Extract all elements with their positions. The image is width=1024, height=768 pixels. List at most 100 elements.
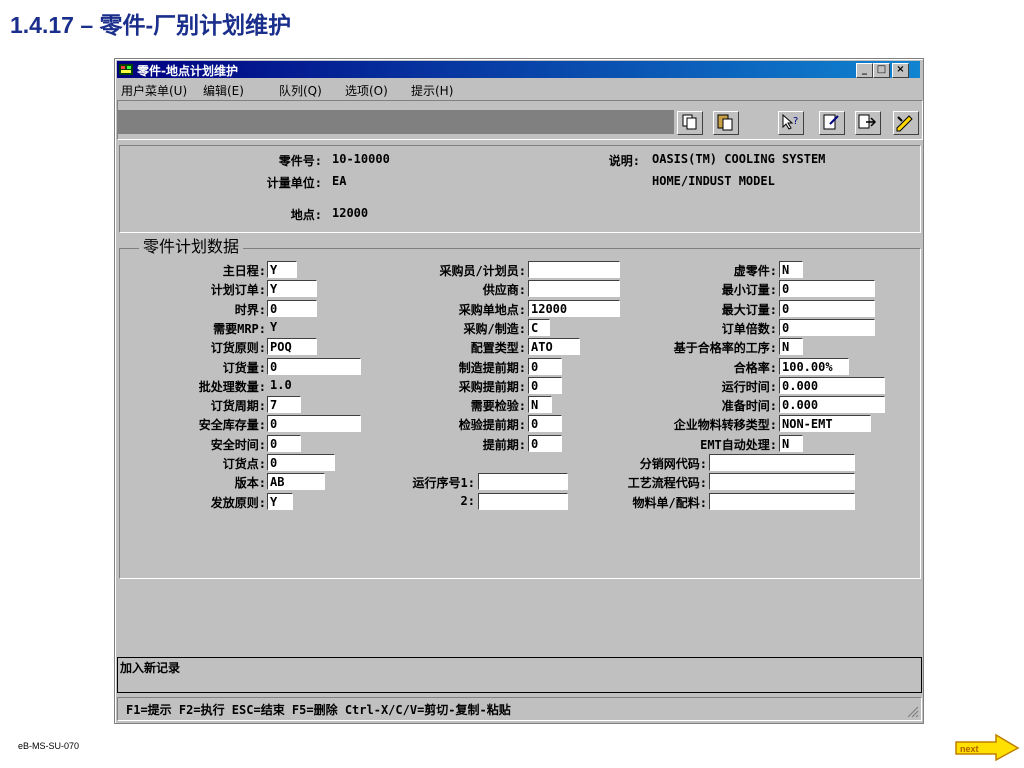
col3-field-4[interactable]: N bbox=[779, 338, 803, 356]
col2-field-5[interactable]: 0 bbox=[528, 357, 562, 375]
col2-field-0[interactable] bbox=[528, 261, 620, 278]
col1-field-4[interactable]: POQ bbox=[267, 338, 317, 356]
col2-field-4[interactable]: ATO bbox=[528, 338, 580, 356]
col2-label-3: 采购/制造: bbox=[463, 321, 526, 336]
col3-field-8[interactable]: NON-EMT bbox=[779, 415, 871, 433]
col1-field-2[interactable]: 0 bbox=[267, 299, 317, 317]
app-window: 零件-地点计划维护 _ □ × 用户菜单(U) 编辑(E) 队列(Q) 选项(O… bbox=[114, 58, 924, 724]
col3b-field-2[interactable] bbox=[709, 492, 855, 510]
col2-label-7: 需要检验: bbox=[470, 399, 526, 414]
col3-field-5[interactable]: 100.00% bbox=[779, 357, 849, 375]
export-icon[interactable] bbox=[855, 111, 881, 135]
col1-label-10: 订货点: bbox=[222, 457, 266, 471]
col2b-label-1: 2: bbox=[460, 493, 475, 508]
planning-data-title: 零件计划数据 bbox=[139, 233, 244, 257]
col1-field-8[interactable]: 0 bbox=[267, 415, 361, 433]
header-panel: 零件号: 10-10000 计量单位: EA 地点: 12000 说明: OAS… bbox=[119, 145, 921, 233]
col3-label-6: 运行时间: bbox=[721, 379, 777, 394]
uom-label: 计量单位: bbox=[266, 176, 322, 190]
col2-field-9[interactable]: 0 bbox=[528, 434, 562, 452]
menu-user[interactable]: 用户菜单(U) bbox=[121, 82, 187, 99]
app-icon bbox=[119, 64, 133, 75]
col2-label-4: 配置类型: bbox=[470, 341, 526, 356]
col3b-label-2: 物料单/配料: bbox=[632, 495, 707, 510]
col3-field-1[interactable]: 0 bbox=[779, 280, 875, 298]
col2-field-7[interactable]: N bbox=[528, 396, 552, 414]
col1-value-3: Y bbox=[270, 319, 278, 334]
col1-field-10[interactable]: 0 bbox=[267, 454, 335, 471]
col2-field-3[interactable]: C bbox=[528, 318, 550, 336]
col1-label-4: 订货原则: bbox=[210, 341, 266, 356]
pencil-icon[interactable] bbox=[893, 111, 919, 135]
col3-field-3[interactable]: 0 bbox=[779, 318, 875, 336]
col1-field-7[interactable]: 7 bbox=[267, 396, 301, 414]
menu-help[interactable]: 提示(H) bbox=[411, 82, 453, 99]
window-title: 零件-地点计划维护 bbox=[137, 64, 238, 78]
menu-options[interactable]: 选项(O) bbox=[345, 82, 388, 99]
col3-label-8: 企业物料转移类型: bbox=[673, 418, 777, 433]
col3-label-4: 基于合格率的工序: bbox=[673, 341, 777, 356]
col3-field-9[interactable]: N bbox=[779, 434, 803, 452]
site-label: 地点: bbox=[290, 208, 322, 222]
minimize-button[interactable]: _ bbox=[856, 63, 873, 78]
maximize-button[interactable]: □ bbox=[873, 63, 890, 78]
col1-field-12[interactable]: Y bbox=[267, 492, 293, 510]
col3-field-0[interactable]: N bbox=[779, 261, 803, 278]
col3-field-6[interactable]: 0.000 bbox=[779, 376, 885, 394]
toolbar: ? bbox=[117, 99, 923, 140]
copy-icon[interactable] bbox=[677, 111, 703, 135]
col1-value-6: 1.0 bbox=[270, 377, 292, 392]
message-text: 加入新记录 bbox=[120, 661, 181, 675]
paste-icon[interactable] bbox=[713, 111, 739, 135]
col1-field-5[interactable]: 0 bbox=[267, 357, 361, 375]
menu-edit[interactable]: 编辑(E) bbox=[203, 82, 244, 99]
status-text: F1=提示 F2=执行 ESC=结束 F5=删除 Ctrl-X/C/V=剪切-复… bbox=[126, 703, 511, 717]
col1-field-1[interactable]: Y bbox=[267, 280, 317, 298]
col2b-label-0: 运行序号1: bbox=[412, 476, 475, 491]
col1-label-3: 需要MRP: bbox=[213, 321, 266, 336]
col1-label-0: 主日程: bbox=[222, 264, 266, 278]
col2-label-2: 采购单地点: bbox=[458, 302, 526, 317]
message-area: 加入新记录 bbox=[117, 657, 922, 693]
col2b-field-0[interactable] bbox=[478, 473, 568, 491]
col2-field-2[interactable]: 12000 bbox=[528, 299, 620, 317]
col3-label-2: 最大订量: bbox=[721, 302, 777, 317]
col3-label-0: 虚零件: bbox=[733, 264, 777, 278]
col1-label-7: 订货周期: bbox=[210, 399, 266, 414]
menu-queue[interactable]: 队列(Q) bbox=[279, 82, 322, 99]
col2b-field-1[interactable] bbox=[478, 492, 568, 510]
col3b-label-0: 分销网代码: bbox=[639, 457, 707, 471]
svg-text:?: ? bbox=[793, 116, 798, 127]
part-no-label: 零件号: bbox=[278, 154, 322, 168]
col3-label-9: EMT自动处理: bbox=[700, 437, 777, 452]
next-button[interactable]: next bbox=[952, 732, 1022, 762]
col2-label-6: 采购提前期: bbox=[458, 379, 526, 394]
col2-field-6[interactable]: 0 bbox=[528, 376, 562, 394]
col3-field-7[interactable]: 0.000 bbox=[779, 396, 885, 414]
col2-label-5: 制造提前期: bbox=[458, 360, 526, 375]
col2-label-1: 供应商: bbox=[482, 283, 526, 298]
col1-field-0[interactable]: Y bbox=[267, 261, 297, 278]
col2-label-0: 采购员/计划员: bbox=[439, 264, 526, 278]
col2-field-1[interactable] bbox=[528, 280, 620, 298]
status-bar: F1=提示 F2=执行 ESC=结束 F5=删除 Ctrl-X/C/V=剪切-复… bbox=[117, 697, 922, 721]
slide-title: 1.4.17 – 零件-厂别计划维护 bbox=[10, 12, 292, 38]
help-pointer-icon[interactable]: ? bbox=[778, 111, 804, 135]
col2-label-8: 检验提前期: bbox=[458, 418, 526, 433]
edit-note-icon[interactable] bbox=[819, 111, 845, 135]
description-line-1: OASIS(TM) COOLING SYSTEM bbox=[652, 152, 826, 166]
col1-field-11[interactable]: AB bbox=[267, 473, 325, 491]
toolbar-dark-area bbox=[118, 110, 674, 134]
col2-field-8[interactable]: 0 bbox=[528, 415, 562, 433]
col1-label-5: 订货量: bbox=[222, 360, 266, 375]
site-value: 12000 bbox=[332, 206, 369, 220]
title-bar[interactable]: 零件-地点计划维护 _ □ × bbox=[117, 61, 920, 78]
description-label: 说明: bbox=[608, 154, 640, 168]
col3b-field-1[interactable] bbox=[709, 473, 855, 491]
close-button[interactable]: × bbox=[892, 63, 909, 78]
col3b-field-0[interactable] bbox=[709, 454, 855, 471]
menu-bar: 用户菜单(U) 编辑(E) 队列(Q) 选项(O) 提示(H) bbox=[117, 80, 920, 98]
col3-field-2[interactable]: 0 bbox=[779, 299, 875, 317]
col1-field-9[interactable]: 0 bbox=[267, 434, 301, 452]
resize-grip-icon[interactable] bbox=[905, 704, 919, 718]
